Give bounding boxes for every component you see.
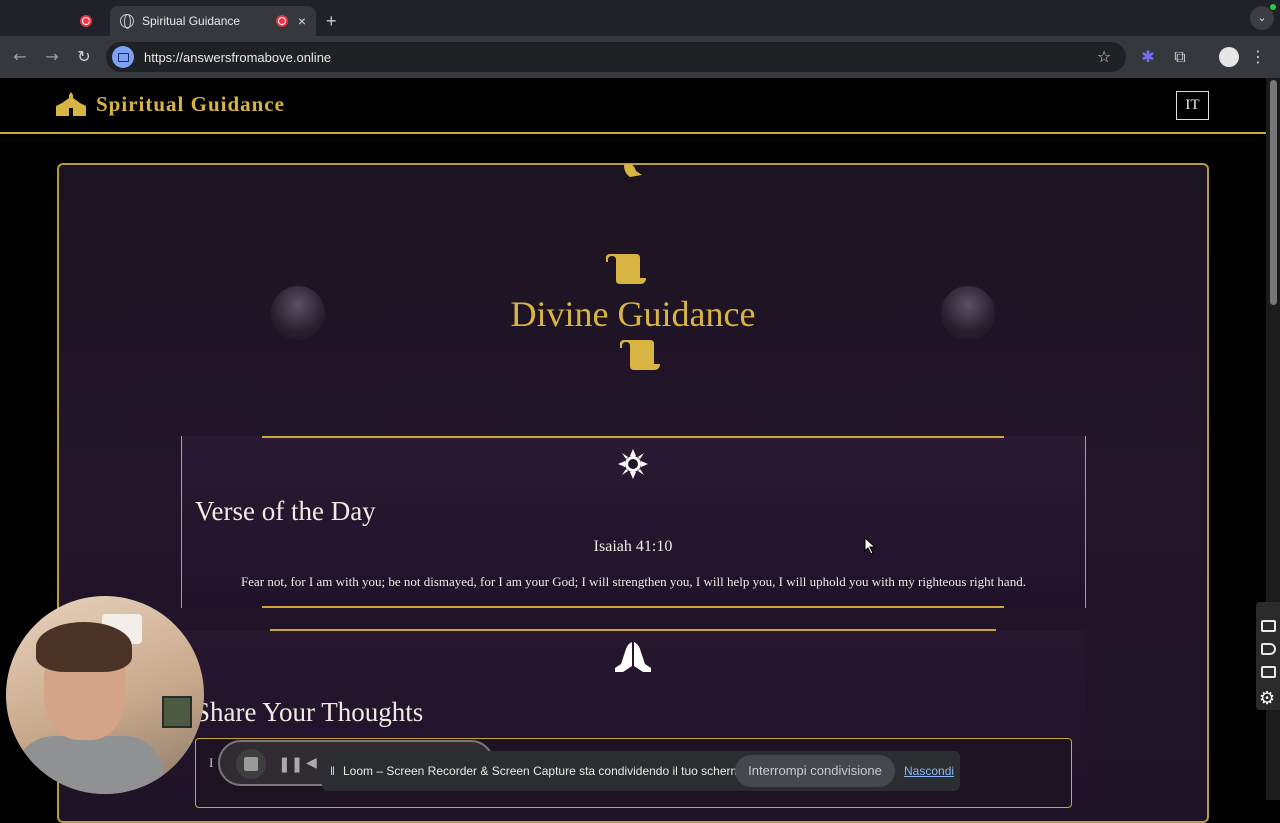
- url-text: https://answersfromabove.online: [144, 49, 332, 65]
- tab-close-button[interactable]: ×: [298, 13, 306, 29]
- status-dot: [1270, 4, 1276, 10]
- notice-drag-handle-icon[interactable]: ‖: [330, 764, 335, 778]
- recording-icon: [275, 15, 288, 27]
- church-icon: [56, 92, 86, 116]
- thoughts-text: I: [209, 755, 214, 770]
- webcam-bubble[interactable]: [6, 596, 204, 794]
- verse-heading: Verse of the Day: [195, 496, 376, 526]
- globe-icon: [120, 14, 134, 29]
- loom-rewind-button[interactable]: ◀: [306, 755, 317, 771]
- divider: [262, 606, 1004, 608]
- tab-spiritual-guidance[interactable]: Spiritual Guidance ×: [110, 6, 316, 36]
- extension-icon[interactable]: ✱: [1136, 46, 1160, 68]
- profile-avatar[interactable]: [1219, 47, 1239, 67]
- decorative-orb-left: [271, 286, 325, 340]
- screen-share-notice: ‖ Loom – Screen Recorder & Screen Captur…: [322, 751, 960, 791]
- bookmark-star-icon[interactable]: ☆: [1092, 46, 1116, 68]
- sun-icon: [618, 449, 648, 479]
- verse-text: Fear not, for I am with you; be not dism…: [241, 574, 1026, 589]
- camera-icon[interactable]: [1261, 620, 1276, 632]
- webcam-person: [36, 622, 132, 672]
- scroll-icon: [606, 254, 646, 284]
- share-heading: Share Your Thoughts: [195, 697, 424, 727]
- tab-title: Spiritual Guidance: [142, 14, 241, 28]
- loom-pause-button[interactable]: ❚❚: [278, 755, 303, 773]
- praying-hands-icon: [615, 642, 651, 672]
- menu-dots-icon[interactable]: ⋮: [1246, 46, 1270, 68]
- loom-stop-button[interactable]: [236, 749, 266, 779]
- scrollbar-thumb[interactable]: [1270, 80, 1277, 305]
- tab-search-button[interactable]: ⌄: [1250, 6, 1274, 30]
- settings-gear-icon[interactable]: ⚙: [1259, 688, 1275, 709]
- page-title: Divine Guidance: [510, 294, 756, 334]
- hide-link[interactable]: Nascondi: [904, 764, 954, 778]
- language-toggle-button[interactable]: IT: [1176, 91, 1209, 120]
- forward-button[interactable]: →: [40, 46, 64, 68]
- site-info-icon[interactable]: [112, 46, 134, 68]
- new-tab-button[interactable]: +: [326, 6, 337, 36]
- webcam-background: [162, 696, 192, 728]
- verse-reference: Isaiah 41:10: [593, 538, 673, 555]
- webcam-person: [14, 736, 164, 794]
- address-bar[interactable]: https://answersfromabove.online: [106, 42, 1126, 72]
- bell-ornament-icon: [624, 163, 642, 177]
- site-brand[interactable]: Spiritual Guidance: [96, 92, 285, 117]
- screen-icon[interactable]: [1261, 666, 1276, 678]
- recording-icon: [80, 15, 92, 27]
- decorative-orb-right: [941, 286, 995, 340]
- divider: [262, 436, 1004, 438]
- notice-message: Loom – Screen Recorder & Screen Capture …: [342, 764, 751, 778]
- reload-button[interactable]: ↻: [72, 46, 96, 68]
- divider: [270, 629, 996, 631]
- video-icon[interactable]: [1261, 643, 1276, 655]
- extensions-puzzle-icon[interactable]: ⧉: [1168, 46, 1192, 68]
- stop-sharing-button[interactable]: Interrompi condivisione: [735, 755, 895, 787]
- back-button[interactable]: ←: [8, 46, 32, 68]
- scroll-icon: [620, 340, 660, 370]
- mouse-cursor: [864, 537, 876, 555]
- tab-recording[interactable]: [80, 6, 92, 36]
